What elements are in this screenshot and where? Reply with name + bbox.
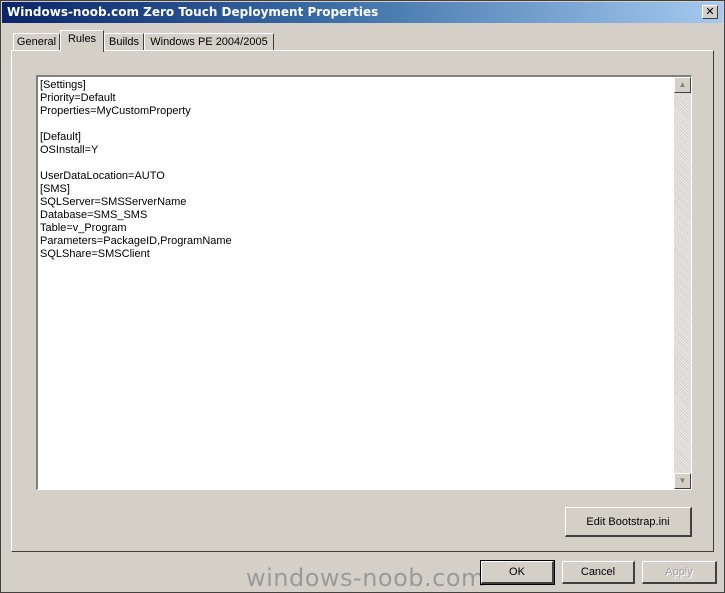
- tab-rules-label: Rules: [67, 33, 97, 45]
- ok-button[interactable]: OK: [480, 560, 555, 585]
- close-icon: ✕: [705, 5, 715, 18]
- edit-bootstrap-button[interactable]: Edit Bootstrap.ini: [565, 507, 692, 537]
- tab-general[interactable]: General: [13, 33, 60, 50]
- properties-dialog: Windows-noob.com Zero Touch Deployment P…: [0, 0, 725, 593]
- watermark: windows-noob.com: [246, 564, 485, 592]
- arrow-down-icon: ▼: [678, 476, 687, 485]
- tab-rules[interactable]: Rules: [60, 30, 104, 52]
- arrow-up-icon: ▲: [678, 80, 687, 89]
- tab-general-label: General: [16, 36, 57, 48]
- scroll-down-button[interactable]: ▼: [674, 473, 691, 489]
- tab-builds-label: Builds: [109, 36, 139, 48]
- close-button[interactable]: ✕: [702, 5, 718, 19]
- tab-builds[interactable]: Builds: [104, 33, 144, 50]
- tab-windows-pe[interactable]: Windows PE 2004/2005: [144, 33, 274, 50]
- rules-text[interactable]: [Settings] Priority=Default Properties=M…: [40, 79, 670, 261]
- apply-button[interactable]: Apply: [642, 561, 717, 584]
- scroll-up-button[interactable]: ▲: [674, 77, 691, 93]
- vertical-scrollbar[interactable]: ▲ ▼: [674, 77, 691, 489]
- tab-windows-pe-label: Windows PE 2004/2005: [150, 36, 268, 48]
- window-title: Windows-noob.com Zero Touch Deployment P…: [7, 5, 379, 19]
- title-bar: Windows-noob.com Zero Touch Deployment P…: [2, 2, 723, 23]
- rules-textarea[interactable]: [Settings] Priority=Default Properties=M…: [36, 75, 692, 490]
- cancel-button[interactable]: Cancel: [562, 561, 635, 584]
